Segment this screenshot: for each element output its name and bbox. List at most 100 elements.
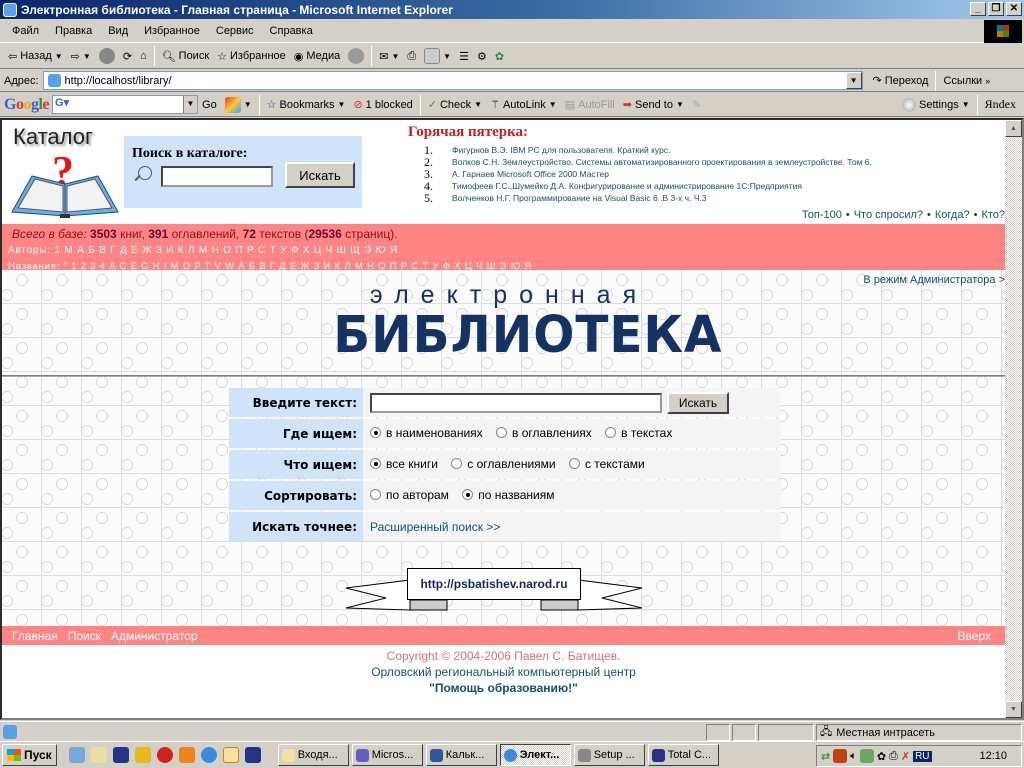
hot-book-link[interactable]: Тимофеев Г.С.,Шумейко Д.А. Конфигурирова… [452,181,802,191]
radio-in-texts[interactable]: в текстах [605,426,672,440]
floppy-icon[interactable] [112,747,129,763]
radio-with-texts[interactable]: с текстами [568,457,645,471]
back-to-top-link[interactable]: Вверх [958,629,991,643]
google-go-button[interactable]: Go [198,99,221,111]
hot-book-link[interactable]: А. Гарнаев Microsoft Office 2000 Мастер [452,169,609,179]
disconnected-icon[interactable]: ✗ [901,750,910,763]
book-tray-icon[interactable] [833,749,848,763]
mail-button[interactable]: ✉ ▼ [375,50,403,63]
autolink-button[interactable]: ⚚ AutoLink ▼ [486,98,561,112]
clock-tray-icon[interactable] [859,749,874,763]
menu-tools[interactable]: Сервис [208,25,262,37]
nav-admin-link[interactable]: Администратор [111,629,198,643]
stop-button[interactable] [95,48,119,64]
radio-with-toc[interactable]: с оглавлениями [451,457,556,471]
ie-icon[interactable] [200,747,217,763]
hot-book-link[interactable]: Волков С.Н. Землеустройство. Системы авт… [452,157,872,167]
language-indicator[interactable]: RU [913,750,932,762]
nav-search-link[interactable]: Поиск [68,629,101,643]
home-button[interactable]: ⌂ [136,50,151,62]
task-button[interactable]: Total C... [647,744,719,766]
hot-book-link[interactable]: Фигурнов В.Э. IBM PC для пользователя. К… [452,145,670,155]
menu-edit[interactable]: Правка [47,25,100,37]
when-link[interactable]: Когда? [935,209,970,221]
catalog-logo[interactable]: Каталог ? [10,124,120,220]
who-link[interactable]: Кто? [981,209,1005,221]
scroll-up-button[interactable]: ▲ [1005,120,1022,137]
icq-button[interactable]: ✿ [491,50,508,63]
menu-file[interactable]: Файл [4,25,47,37]
close-button[interactable]: ✕ [1006,2,1022,16]
menu-bar: Файл Правка Вид Избранное Сервис Справка [0,20,1024,43]
menu-favorites[interactable]: Избранное [136,25,208,37]
address-input[interactable]: http://localhost/library/ ▼ [42,71,863,90]
go-button[interactable]: ↷ Переход [869,74,933,88]
printer-tray-icon[interactable]: ⎙ [889,750,898,763]
task-button[interactable]: Setup ... [573,744,645,766]
windows-flag-icon [7,749,21,761]
search-text-input[interactable] [370,392,662,413]
google-menu-button[interactable]: ▼ [221,96,256,113]
google-search-input[interactable]: G▾ ▼ [52,95,199,114]
authors-alphabet-index[interactable]: Авторы: 1 M А Б В Г Д Е Ж З И К Л М Н О … [8,245,398,256]
address-dropdown[interactable]: ▼ [845,72,862,89]
desktop-icon[interactable] [68,747,85,763]
clock-icon[interactable] [222,747,239,763]
popup-blocker-button[interactable]: ⊘ 1 blocked [349,98,416,112]
nav-home-link[interactable]: Главная [12,629,58,643]
print-button[interactable]: ⎙ [403,50,420,63]
radio-sort-titles[interactable]: по названиям [462,488,554,502]
favorites-button[interactable]: ☆ Избранное [213,50,290,63]
back-button[interactable]: ⇦ Назад ▼ [4,50,67,63]
history-button[interactable] [344,48,368,64]
radio-in-titles[interactable]: в наименованиях [370,426,483,440]
spellcheck-button[interactable]: ✓ Check ▼ [424,98,486,112]
edit-button[interactable]: ▼ [420,48,455,64]
search-button[interactable]: 🔍︎ Поиск [158,50,213,63]
network-icon[interactable]: ⇄ [821,750,830,763]
top100-link[interactable]: Топ-100 [802,209,842,221]
volume-icon[interactable]: 🔈︎ [850,750,857,763]
task-button[interactable]: Micros... [351,744,423,766]
yandex-button[interactable]: Яndex [981,97,1024,112]
what-asked-link[interactable]: Что спросил? [854,209,923,221]
settings-button[interactable]: Settings ▼ [898,97,974,112]
opera-icon[interactable] [156,747,173,763]
links-button[interactable]: Ссылки» [939,75,994,87]
forward-button[interactable]: ⇨ ▼ [67,50,95,63]
task-button-active[interactable]: Элект... [499,744,571,766]
radio-all-books[interactable]: все книги [370,457,438,471]
search-submit-button[interactable]: Искать [667,391,729,414]
hot-book-link[interactable]: Волченков Н.Г. Программирование на Visua… [452,193,707,203]
total-commander-icon[interactable] [244,747,261,763]
bookmarks-button[interactable]: ☆ Bookmarks ▼ [263,98,350,112]
catalog-search-button[interactable]: Искать [285,162,355,188]
media-button[interactable]: ◉ Медиа [290,50,344,63]
discuss-button[interactable]: ☰ [455,50,473,63]
highlight-button[interactable]: ✎ [688,98,705,111]
task-button[interactable]: Входя... [277,744,349,766]
sendto-button[interactable]: ➡ Send to ▼ [619,98,688,112]
advanced-search-link[interactable]: Расширенный поиск >> [370,520,500,534]
refresh-button[interactable]: ⟳ [119,50,136,63]
scroll-down-button[interactable]: ▼ [1005,701,1022,718]
winamp-icon[interactable] [134,747,151,763]
icq-tray-icon[interactable]: ✿ [877,750,886,763]
radio-in-toc[interactable]: в оглавлениях [496,426,592,440]
admin-mode-link[interactable]: В режим Администратора > [863,274,1005,286]
radio-sort-authors[interactable]: по авторам [370,488,449,502]
task-button[interactable]: Кальк... [425,744,497,766]
messenger-button[interactable]: ⚙ [473,50,491,63]
vertical-scrollbar[interactable]: ▲ ▼ [1005,120,1022,718]
autofill-button[interactable]: ▤ AutoFill [561,98,619,112]
notepad-icon[interactable] [90,747,107,763]
site-url-link[interactable]: http://psbatishev.narod.ru [407,568,581,600]
start-button[interactable]: Пуск [2,744,57,766]
library-brand: электронная БИБЛИОТЕКА [324,282,721,372]
menu-help[interactable]: Справка [262,25,321,37]
menu-view[interactable]: Вид [100,25,136,37]
catalog-search-input[interactable] [161,166,273,187]
restore-button[interactable]: ❐ [988,2,1004,16]
minimize-button[interactable]: _ [970,2,986,16]
folder-icon[interactable] [178,747,195,763]
